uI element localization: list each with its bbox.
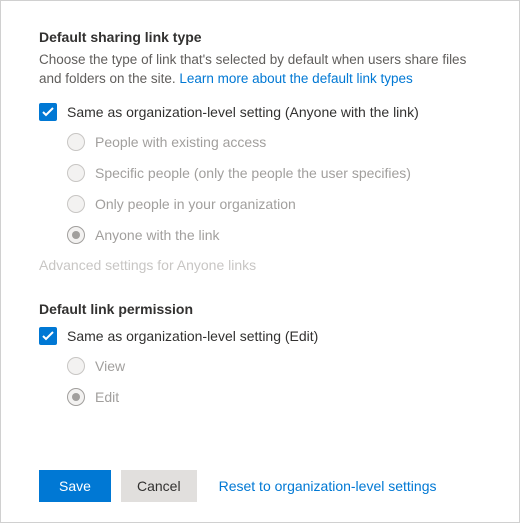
radio-label: View [95,358,125,374]
radio-icon [67,195,85,213]
checkmark-icon [39,103,57,121]
radio-label: Specific people (only the people the use… [95,165,411,181]
radio-view: View [67,357,491,375]
radio-icon [67,133,85,151]
radio-icon [67,164,85,182]
radio-label: Only people in your organization [95,196,296,212]
link-permission-org-checkbox-row[interactable]: Same as organization-level setting (Edit… [39,327,491,345]
footer-bar: Save Cancel Reset to organization-level … [39,470,491,502]
learn-more-link[interactable]: Learn more about the default link types [179,71,412,86]
radio-label: People with existing access [95,134,266,150]
radio-specific-people: Specific people (only the people the use… [67,164,491,182]
save-button[interactable]: Save [39,470,111,502]
reset-link[interactable]: Reset to organization-level settings [219,478,437,494]
radio-icon [67,388,85,406]
link-type-radio-group: People with existing access Specific peo… [39,133,491,244]
radio-label: Edit [95,389,119,405]
radio-edit: Edit [67,388,491,406]
advanced-settings-link: Advanced settings for Anyone links [39,257,491,273]
checkmark-icon [39,327,57,345]
link-permission-title: Default link permission [39,301,491,317]
link-type-description: Choose the type of link that's selected … [39,51,491,89]
radio-anyone: Anyone with the link [67,226,491,244]
radio-existing-access: People with existing access [67,133,491,151]
link-type-org-checkbox-row[interactable]: Same as organization-level setting (Anyo… [39,103,491,121]
radio-label: Anyone with the link [95,227,220,243]
cancel-button[interactable]: Cancel [121,470,197,502]
radio-icon [67,357,85,375]
link-permission-org-label: Same as organization-level setting (Edit… [67,328,318,344]
link-permission-radio-group: View Edit [39,357,491,406]
radio-org-only: Only people in your organization [67,195,491,213]
link-type-org-label: Same as organization-level setting (Anyo… [67,104,419,120]
radio-icon [67,226,85,244]
link-type-title: Default sharing link type [39,29,491,45]
